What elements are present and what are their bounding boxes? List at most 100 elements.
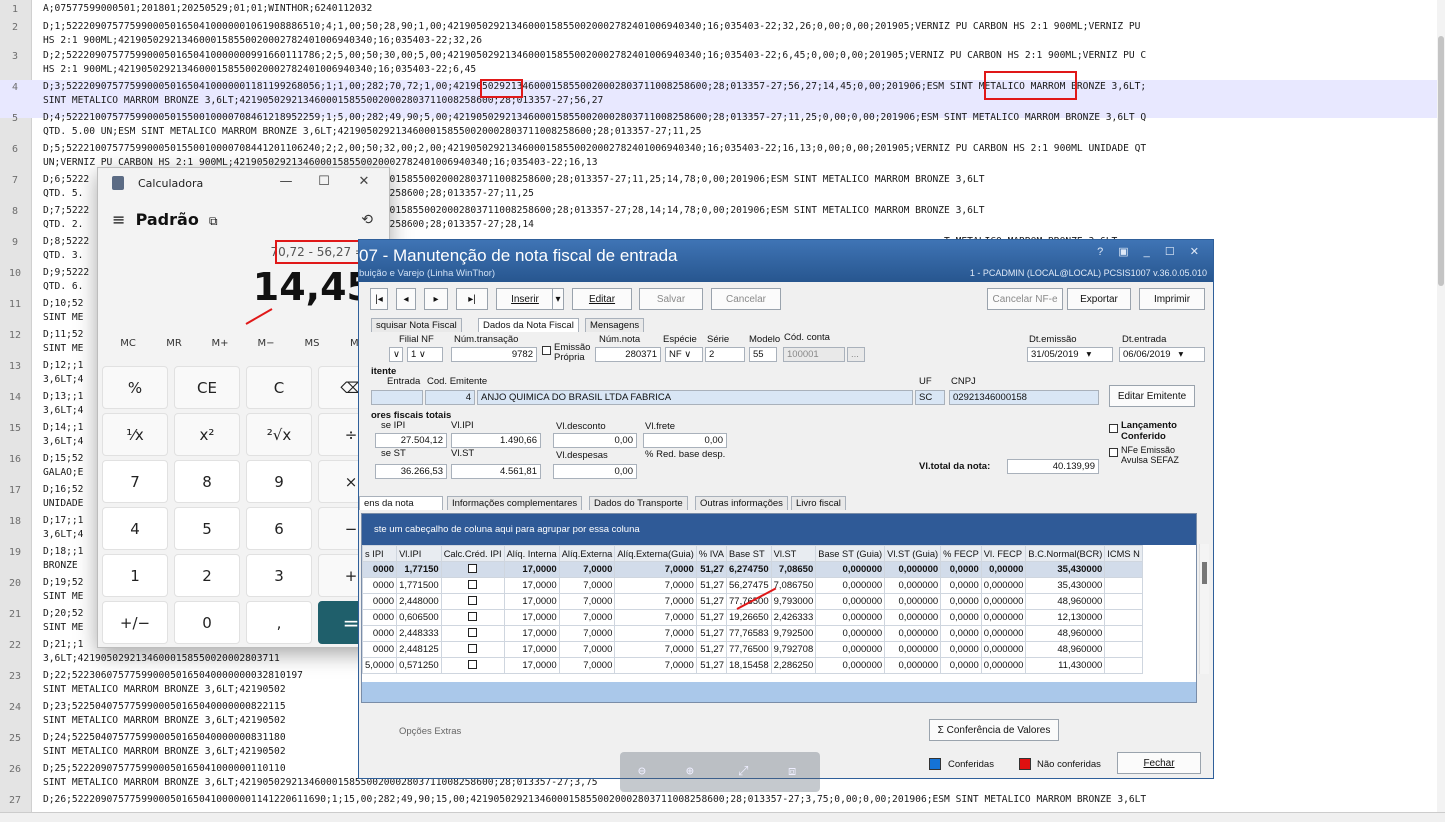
dtemissao-field[interactable]: 31/05/2019 ▾ [1027, 347, 1113, 362]
conta-field[interactable]: 100001 [783, 347, 845, 362]
tab-itens[interactable]: ens da nota [359, 496, 443, 510]
grid-column-header[interactable]: ICMS N [1104, 545, 1143, 562]
minimize-icon[interactable]: — [272, 172, 300, 192]
grid-column-header[interactable]: Calc.Créd. IPI [440, 545, 505, 562]
zoom-in-icon[interactable]: ⊕ [686, 764, 694, 779]
grid-column-header[interactable]: Vl.ST (Guia) [884, 545, 942, 562]
calc-key[interactable]: 2 [174, 554, 240, 597]
calc-key[interactable]: x² [174, 413, 240, 456]
calculator-mode[interactable]: ≡ Padrão ⧉ [112, 210, 218, 229]
grid-row[interactable]: 0000 1,771500 17,0000 7,0000 7,0000 51,27 56,2… [362, 577, 1143, 594]
prev-record-button[interactable]: ◂ [396, 288, 416, 310]
calc-key[interactable]: 9 [246, 460, 312, 503]
vl-ipi-field[interactable]: 1.490,66 [451, 433, 541, 448]
cod-emitente-field[interactable]: 4 [425, 390, 475, 405]
grid-row[interactable]: 0000 2,448333 17,0000 7,0000 7,0000 51,27 77,7… [362, 625, 1143, 642]
memory-button[interactable]: MC [108, 338, 148, 349]
calc-cred-checkbox[interactable] [468, 659, 478, 669]
base-st-field[interactable]: 36.266,53 [375, 464, 447, 479]
close-icon[interactable]: ✕ [350, 172, 378, 192]
fullscreen-icon[interactable]: ⤢ [738, 764, 748, 779]
calc-key[interactable]: ²√x [246, 413, 312, 456]
calc-key[interactable]: 1 [102, 554, 168, 597]
calc-key[interactable]: 8 [174, 460, 240, 503]
calc-key[interactable]: ¹⁄x [102, 413, 168, 456]
tab-outras-info[interactable]: Outras informações [695, 496, 788, 510]
zoom-out-icon[interactable]: ⊖ [638, 764, 646, 779]
entrada-field[interactable] [371, 390, 423, 405]
filial-dropdown[interactable]: ∨ [389, 347, 403, 362]
edit-button[interactable]: Editar [572, 288, 632, 310]
memory-button[interactable]: MS [292, 338, 332, 349]
memory-button[interactable]: M+ [200, 338, 240, 349]
calc-key[interactable]: 3 [246, 554, 312, 597]
grid-column-header[interactable]: Vl.ST [770, 545, 817, 562]
grid-column-header[interactable]: B.C.Normal(BCR) [1025, 545, 1106, 562]
grid-row[interactable]: 0000 2,448125 17,0000 7,0000 7,0000 51,27 77,7… [362, 641, 1143, 658]
calc-key[interactable]: % [102, 366, 168, 409]
cancel-button[interactable]: Cancelar [711, 288, 781, 310]
grid-column-header[interactable]: Alíq.Externa [558, 545, 616, 562]
first-record-button[interactable]: |◂ [370, 288, 388, 310]
desconto-field[interactable]: 0,00 [553, 433, 637, 448]
tab-pesquisar[interactable]: squisar Nota Fiscal [371, 318, 462, 332]
memory-button[interactable]: MR [154, 338, 194, 349]
calc-cred-checkbox[interactable] [468, 595, 478, 605]
keep-on-top-icon[interactable]: ⧉ [209, 214, 218, 228]
calc-key[interactable]: C [246, 366, 312, 409]
nfe-checkbox[interactable] [1109, 448, 1118, 457]
cnpj-field[interactable]: 02921346000158 [949, 390, 1099, 405]
calc-key[interactable]: +/− [102, 601, 168, 644]
despesas-field[interactable]: 0,00 [553, 464, 637, 479]
filial-select[interactable]: 1 ∨ [407, 347, 443, 362]
calc-key[interactable]: , [246, 601, 312, 644]
calc-key[interactable]: 5 [174, 507, 240, 550]
calc-key[interactable]: 4 [102, 507, 168, 550]
export-button[interactable]: Exportar [1067, 288, 1131, 310]
grid-row[interactable]: 0000 0,606500 17,0000 7,0000 7,0000 51,27 19,2… [362, 609, 1143, 626]
screenshot-icon[interactable]: ⧈ [788, 764, 796, 779]
lancamento-checkbox[interactable] [1109, 424, 1118, 433]
nota-field[interactable]: 280371 [595, 347, 661, 362]
calc-key[interactable]: 6 [246, 507, 312, 550]
window-controls[interactable]: ? ▣ _ ☐ ✕ [1097, 245, 1205, 258]
total-field[interactable]: 40.139,99 [1007, 459, 1099, 474]
last-record-button[interactable]: ▸| [456, 288, 488, 310]
edit-emitente-button[interactable]: Editar Emitente [1109, 385, 1195, 407]
print-button[interactable]: Imprimir [1139, 288, 1205, 310]
grid-column-header[interactable]: Base ST (Guia) [815, 545, 886, 562]
conta-search-button[interactable]: ... [847, 347, 865, 362]
tab-mensagens[interactable]: Mensagens [585, 318, 645, 332]
grid-scrollbar[interactable] [1199, 544, 1209, 674]
maximize-icon[interactable]: ☐ [310, 172, 338, 192]
grid-column-header[interactable]: Vl. FECP [980, 545, 1027, 562]
fechar-button[interactable]: Fechar [1117, 752, 1201, 774]
modelo-field[interactable]: 55 [749, 347, 777, 362]
especie-select[interactable]: NF ∨ [665, 347, 703, 362]
grid-scroll-thumb[interactable] [1202, 562, 1207, 584]
grid-column-header[interactable]: Base ST [726, 545, 772, 562]
vl-st-field[interactable]: 4.561,81 [451, 464, 541, 479]
calc-cred-checkbox[interactable] [468, 611, 478, 621]
insert-dropdown[interactable]: ▾ [552, 288, 564, 310]
grid-row[interactable]: 0000 1,77150 17,0000 7,0000 7,0000 51,27 6,274… [362, 561, 1143, 578]
grid-column-header[interactable]: % FECP [940, 545, 982, 562]
calc-key[interactable]: 7 [102, 460, 168, 503]
trans-field[interactable]: 9782 [451, 347, 537, 362]
hamburger-icon[interactable]: ≡ [112, 210, 125, 229]
opcoes-extras-button[interactable]: Opções Extras [399, 726, 461, 737]
frete-field[interactable]: 0,00 [643, 433, 727, 448]
uf-field[interactable]: SC [915, 390, 945, 405]
memory-button[interactable]: M− [246, 338, 286, 349]
dtentrada-field[interactable]: 06/06/2019 ▾ [1119, 347, 1205, 362]
history-icon[interactable]: ⟲ [361, 212, 373, 228]
calc-cred-checkbox[interactable] [468, 643, 478, 653]
base-ipi-field[interactable]: 27.504,12 [375, 433, 447, 448]
editor-scroll-thumb[interactable] [1438, 36, 1444, 286]
calc-cred-checkbox[interactable] [468, 627, 478, 637]
next-record-button[interactable]: ▸ [424, 288, 448, 310]
calc-cred-checkbox[interactable] [468, 563, 478, 573]
serie-field[interactable]: 2 [705, 347, 745, 362]
emitente-name-field[interactable]: ANJO QUIMICA DO BRASIL LTDA FABRICA [477, 390, 913, 405]
calc-key[interactable]: 0 [174, 601, 240, 644]
